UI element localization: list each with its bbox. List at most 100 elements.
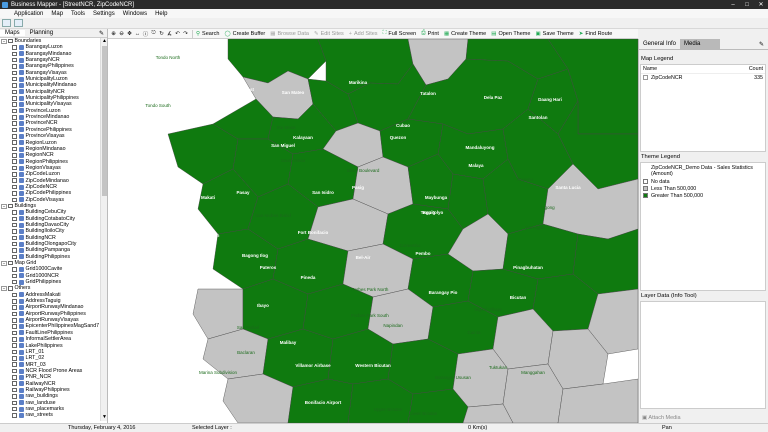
layer-checkbox[interactable] xyxy=(12,140,17,145)
layer-checkbox[interactable] xyxy=(12,57,17,63)
zipcode-region[interactable] xyxy=(502,223,579,280)
menu-settings[interactable]: Settings xyxy=(89,11,119,17)
layer-checkbox[interactable] xyxy=(12,311,17,317)
layer-checkbox[interactable] xyxy=(12,337,17,342)
layer-checkbox[interactable] xyxy=(12,381,17,386)
zoom-in-icon[interactable]: ⊕ xyxy=(110,31,117,37)
layer-tree-scrollbar[interactable]: ▲ ▼ xyxy=(100,38,107,421)
scroll-down-icon[interactable]: ▼ xyxy=(101,414,108,421)
layer-checkbox[interactable] xyxy=(12,356,17,361)
minimize-icon[interactable]: – xyxy=(726,2,740,8)
arrows-icon[interactable]: ↔ xyxy=(134,31,141,37)
browse-data-button[interactable]: ▦ Browse Data xyxy=(269,31,313,37)
layer-checkbox[interactable] xyxy=(12,299,17,304)
create-buffer-button[interactable]: ◯ Create Buffer xyxy=(223,31,269,37)
layer-checkbox[interactable] xyxy=(12,121,17,126)
layer-checkbox[interactable] xyxy=(12,229,17,234)
menu-map[interactable]: Map xyxy=(47,11,67,17)
layer-checkbox[interactable] xyxy=(12,108,17,114)
tab-maps[interactable]: Maps xyxy=(0,30,25,36)
add-sites-button[interactable]: + Add Sites xyxy=(348,31,382,37)
pan-icon[interactable]: ✥ xyxy=(126,31,133,37)
group-checkbox[interactable] xyxy=(8,38,13,44)
layer-checkbox[interactable] xyxy=(12,216,17,222)
layer-checkbox[interactable] xyxy=(12,368,17,374)
layer-checkbox[interactable] xyxy=(12,248,17,253)
scrollbar-thumb[interactable] xyxy=(102,46,107,196)
save-theme-button[interactable]: ▣ Save Theme xyxy=(534,31,577,37)
layer-checkbox[interactable] xyxy=(12,83,17,88)
expand-collapse-icon[interactable]: − xyxy=(1,38,7,44)
layer-checkbox[interactable] xyxy=(12,324,17,329)
pin-icon[interactable]: ✎ xyxy=(759,41,764,48)
menu-windows[interactable]: Windows xyxy=(119,11,151,17)
layer-checkbox[interactable] xyxy=(12,102,17,107)
new-map-icon[interactable] xyxy=(2,19,11,27)
layer-checkbox[interactable] xyxy=(12,279,17,285)
save-map-icon[interactable] xyxy=(14,19,23,27)
tab-planning[interactable]: Planning xyxy=(25,30,58,36)
search-button[interactable]: ⚲ Search xyxy=(195,31,223,37)
tab-media[interactable]: Media xyxy=(680,38,721,50)
layer-checkbox[interactable] xyxy=(12,267,17,272)
group-checkbox[interactable] xyxy=(8,286,13,291)
layer-checkbox[interactable] xyxy=(12,210,17,215)
info-icon[interactable]: ⓘ xyxy=(142,30,149,38)
layer-checkbox[interactable] xyxy=(12,76,17,82)
layer-checkbox[interactable] xyxy=(12,70,17,76)
tree-item[interactable]: raw_streets xyxy=(0,412,100,418)
map-canvas[interactable]: Tondo North Sampaloc East San Mateo Marikin… xyxy=(108,39,638,423)
layer-checkbox[interactable] xyxy=(12,394,17,399)
layer-checkbox[interactable] xyxy=(12,172,17,177)
refresh-icon[interactable]: ↻ xyxy=(158,31,165,37)
create-theme-button[interactable]: ▦ Create Theme xyxy=(443,31,490,37)
map-legend-row[interactable]: ZipCodeNCR 335 xyxy=(641,74,765,82)
layer-checkbox[interactable] xyxy=(12,191,17,196)
menu-application[interactable]: Application xyxy=(10,11,47,17)
redo-icon[interactable]: ↷ xyxy=(182,31,189,37)
scroll-up-icon[interactable]: ▲ xyxy=(101,38,108,45)
layer-checkbox[interactable] xyxy=(12,45,17,50)
layer-checkbox[interactable] xyxy=(12,222,17,228)
layer-checkbox[interactable] xyxy=(12,375,17,380)
zoom-out-icon[interactable]: ⊖ xyxy=(118,31,125,37)
pin-icon[interactable]: ✎ xyxy=(99,30,104,37)
close-icon[interactable]: ✕ xyxy=(754,1,768,8)
layer-checkbox[interactable] xyxy=(12,343,17,348)
layer-checkbox[interactable] xyxy=(12,241,17,247)
layer-checkbox[interactable] xyxy=(12,235,17,241)
layer-checkbox[interactable] xyxy=(12,51,17,57)
layer-checkbox[interactable] xyxy=(12,330,17,336)
attach-media-button[interactable]: ▣ Attach Media xyxy=(642,415,681,421)
layer-checkbox[interactable] xyxy=(12,146,17,152)
print-button[interactable]: ⎙ Print xyxy=(420,30,443,37)
layer-checkbox[interactable] xyxy=(12,115,17,120)
layer-checkbox[interactable] xyxy=(12,349,17,355)
layer-checkbox[interactable] xyxy=(12,400,17,406)
zipcode-region[interactable] xyxy=(262,328,334,388)
layer-checkbox[interactable] xyxy=(12,273,17,279)
layer-checkbox[interactable] xyxy=(12,292,17,298)
layer-checkbox[interactable] xyxy=(12,305,17,310)
zipcode-map[interactable]: Tondo North Sampaloc East San Mateo Marikin… xyxy=(108,39,638,423)
layer-checkbox[interactable] xyxy=(12,127,17,133)
menu-tools[interactable]: Tools xyxy=(67,11,89,17)
find-route-button[interactable]: ➤ Find Route xyxy=(578,31,617,37)
layer-checkbox[interactable] xyxy=(12,96,17,101)
expand-collapse-icon[interactable]: − xyxy=(1,286,7,292)
full-screen-button[interactable]: ⛶ Full Screen xyxy=(382,30,421,37)
layer-checkbox[interactable] xyxy=(12,318,17,323)
layer-checkbox[interactable] xyxy=(12,165,17,171)
layer-checkbox[interactable] xyxy=(12,184,17,190)
layer-checkbox[interactable] xyxy=(12,406,17,412)
maximize-icon[interactable]: □ xyxy=(740,2,754,8)
layer-checkbox[interactable] xyxy=(12,134,17,139)
expand-collapse-icon[interactable]: − xyxy=(1,203,7,209)
measure-icon[interactable]: ∡ xyxy=(166,31,173,37)
expand-collapse-icon[interactable]: − xyxy=(1,260,7,266)
group-checkbox[interactable] xyxy=(8,203,13,209)
tab-general-info[interactable]: General Info xyxy=(639,39,680,50)
layer-checkbox[interactable] xyxy=(12,362,17,367)
layer-checkbox[interactable] xyxy=(12,254,17,260)
open-theme-button[interactable]: ▤ Open Theme xyxy=(490,31,534,37)
